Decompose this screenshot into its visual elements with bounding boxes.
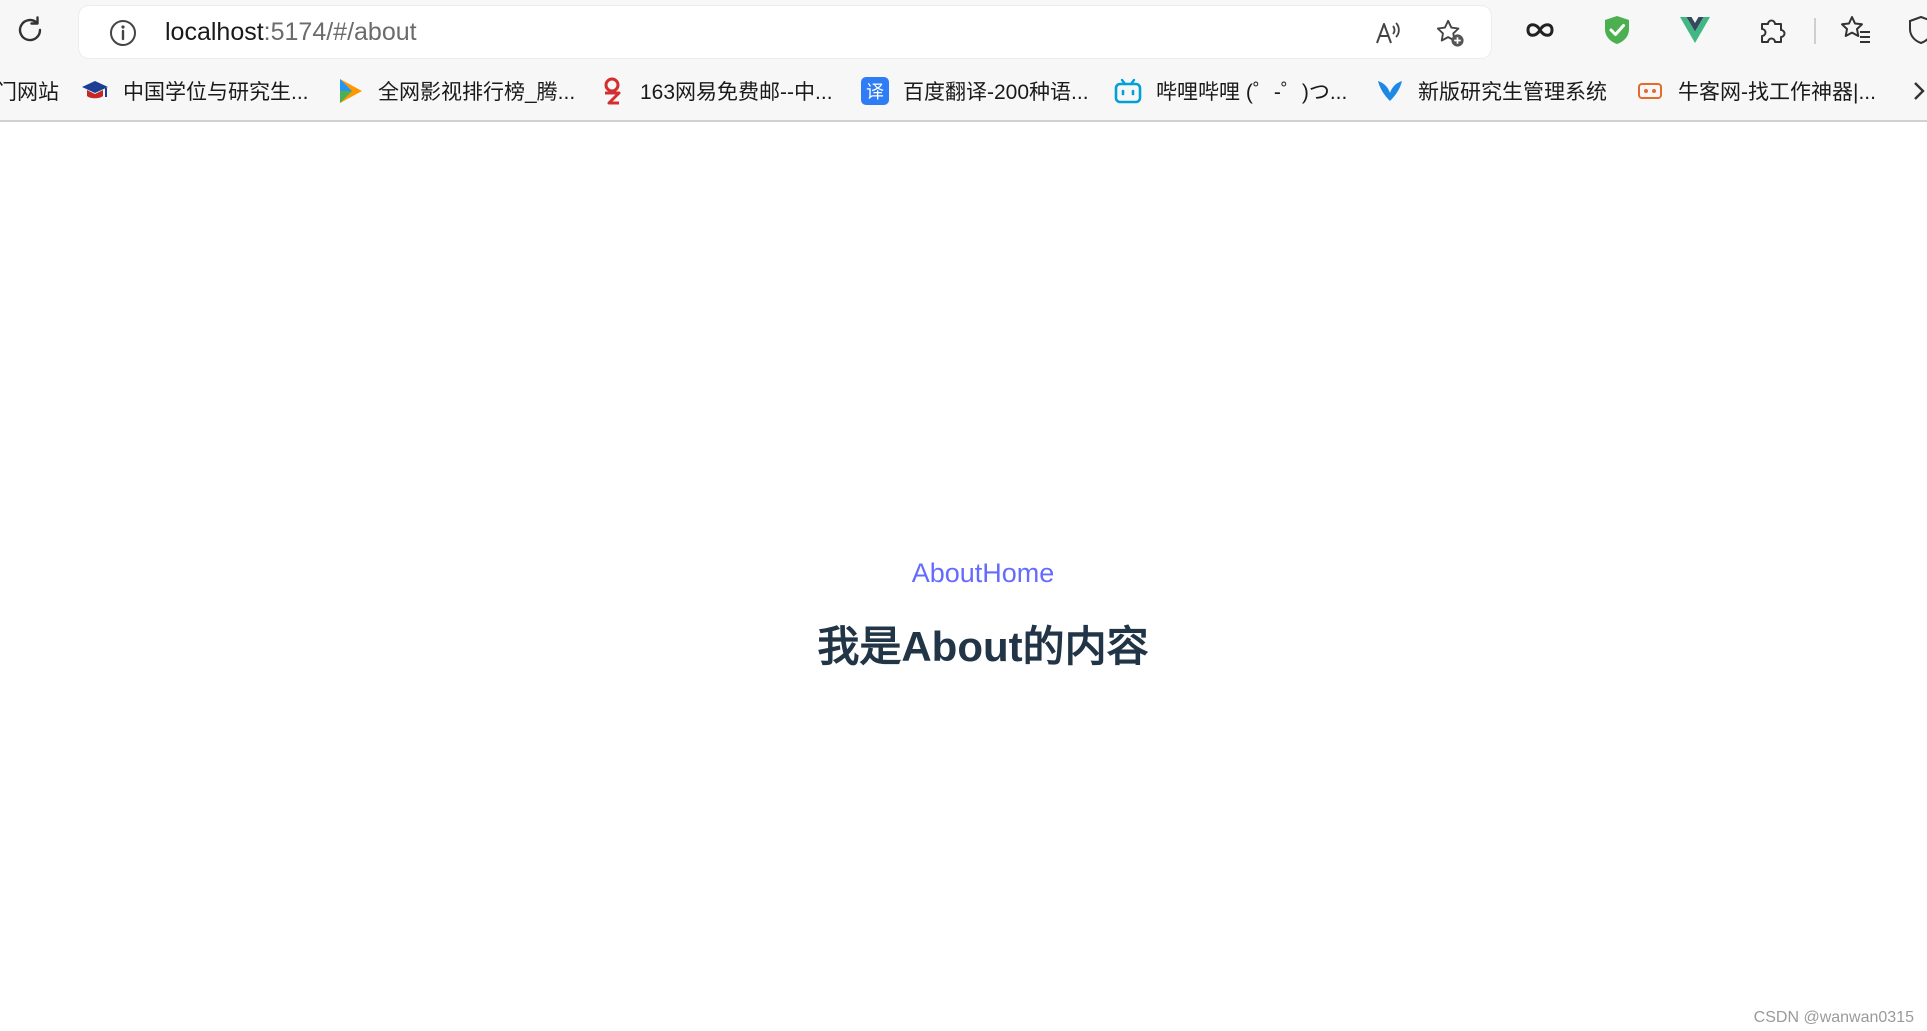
- bookmark-label: 全网影视排行榜_腾...: [378, 81, 576, 104]
- bookmark-item[interactable]: 中国学位与研究生...: [81, 76, 309, 106]
- browser-window: localhost:5174/#/about 门网站 中国学位与研究生... 全…: [0, 0, 1927, 1031]
- svg-text:译: 译: [866, 82, 884, 103]
- bookmark-label: 牛客网-找工作神器|...: [1678, 81, 1876, 104]
- shield-extension-button[interactable]: [1595, 8, 1639, 52]
- bookmarks-overflow-button[interactable]: [1912, 76, 1926, 106]
- url-path: :5174/#/about: [263, 18, 417, 46]
- nav-link-about[interactable]: About: [912, 558, 983, 588]
- bookmark-item[interactable]: 门网站: [0, 76, 59, 106]
- bird-logo-icon: [1376, 77, 1404, 105]
- bookmark-label: 中国学位与研究生...: [123, 81, 309, 104]
- bookmark-item[interactable]: 牛客网-找工作神器|...: [1636, 76, 1876, 106]
- bookmark-item[interactable]: 哔哩哔哩 (゜-゜)つ...: [1114, 76, 1347, 106]
- browser-toolbar: localhost:5174/#/about: [0, 0, 1927, 62]
- nav-link-home[interactable]: Home: [982, 558, 1054, 588]
- info-icon: [110, 20, 136, 46]
- bilibili-tv-icon: [1114, 77, 1142, 105]
- refresh-icon: [18, 16, 42, 42]
- vue-logo-icon: [1680, 17, 1710, 43]
- vue-devtools-button[interactable]: [1673, 8, 1717, 52]
- play-logo-icon: [336, 77, 364, 105]
- url-host: localhost: [165, 18, 264, 46]
- read-aloud-icon: [1376, 22, 1400, 44]
- site-info-button[interactable]: [108, 18, 138, 48]
- watermark: CSDN @wanwan0315: [1753, 1009, 1914, 1026]
- url-text[interactable]: localhost:5174/#/about: [165, 20, 417, 45]
- favorites-button[interactable]: [1834, 8, 1878, 52]
- bookmark-label: 哔哩哔哩 (゜-゜)つ...: [1156, 81, 1348, 104]
- netease-mail-icon: [598, 77, 626, 105]
- infinity-icon: [1526, 23, 1554, 37]
- bookmarks-bar: 门网站 中国学位与研究生... 全网影视排行榜_腾... 163网易免费邮--中…: [0, 62, 1927, 122]
- read-aloud-button[interactable]: [1373, 18, 1403, 48]
- bookmark-label: 门网站: [0, 81, 59, 104]
- browser-essentials-button[interactable]: [1906, 8, 1927, 52]
- router-nav: AboutHome: [0, 558, 1927, 588]
- heart-shield-icon: [1909, 15, 1927, 45]
- bookmark-item[interactable]: 新版研究生管理系统: [1376, 76, 1607, 106]
- shield-check-icon: [1605, 16, 1629, 44]
- toolbar-divider: [1814, 18, 1816, 44]
- bookmark-item[interactable]: 163网易免费邮--中...: [598, 76, 833, 106]
- puzzle-icon: [1761, 19, 1786, 43]
- add-favorite-icon: [1436, 19, 1464, 47]
- infinity-extension-button[interactable]: [1518, 8, 1562, 52]
- translate-icon: 译: [861, 77, 889, 105]
- page-heading: 我是About的内容: [817, 623, 1149, 670]
- refresh-button[interactable]: [8, 8, 52, 52]
- page-viewport: AboutHome 我是About的内容 CSDN @wanwan0315: [0, 122, 1927, 1031]
- nowcoder-logo-icon: [1636, 77, 1664, 105]
- bookmark-item[interactable]: 全网影视排行榜_腾...: [336, 76, 575, 106]
- bookmark-item[interactable]: 译 百度翻译-200种语...: [861, 76, 1089, 106]
- graduation-cap-icon: [81, 77, 109, 105]
- chevron-right-icon: [1914, 82, 1925, 100]
- extensions-button[interactable]: [1750, 8, 1794, 52]
- favorites-icon: [1841, 16, 1870, 43]
- add-favorite-button[interactable]: [1435, 18, 1465, 48]
- bookmark-label: 163网易免费邮--中...: [640, 81, 833, 104]
- bookmark-label: 百度翻译-200种语...: [903, 81, 1089, 104]
- address-bar[interactable]: localhost:5174/#/about: [79, 6, 1491, 58]
- bookmark-label: 新版研究生管理系统: [1418, 81, 1607, 104]
